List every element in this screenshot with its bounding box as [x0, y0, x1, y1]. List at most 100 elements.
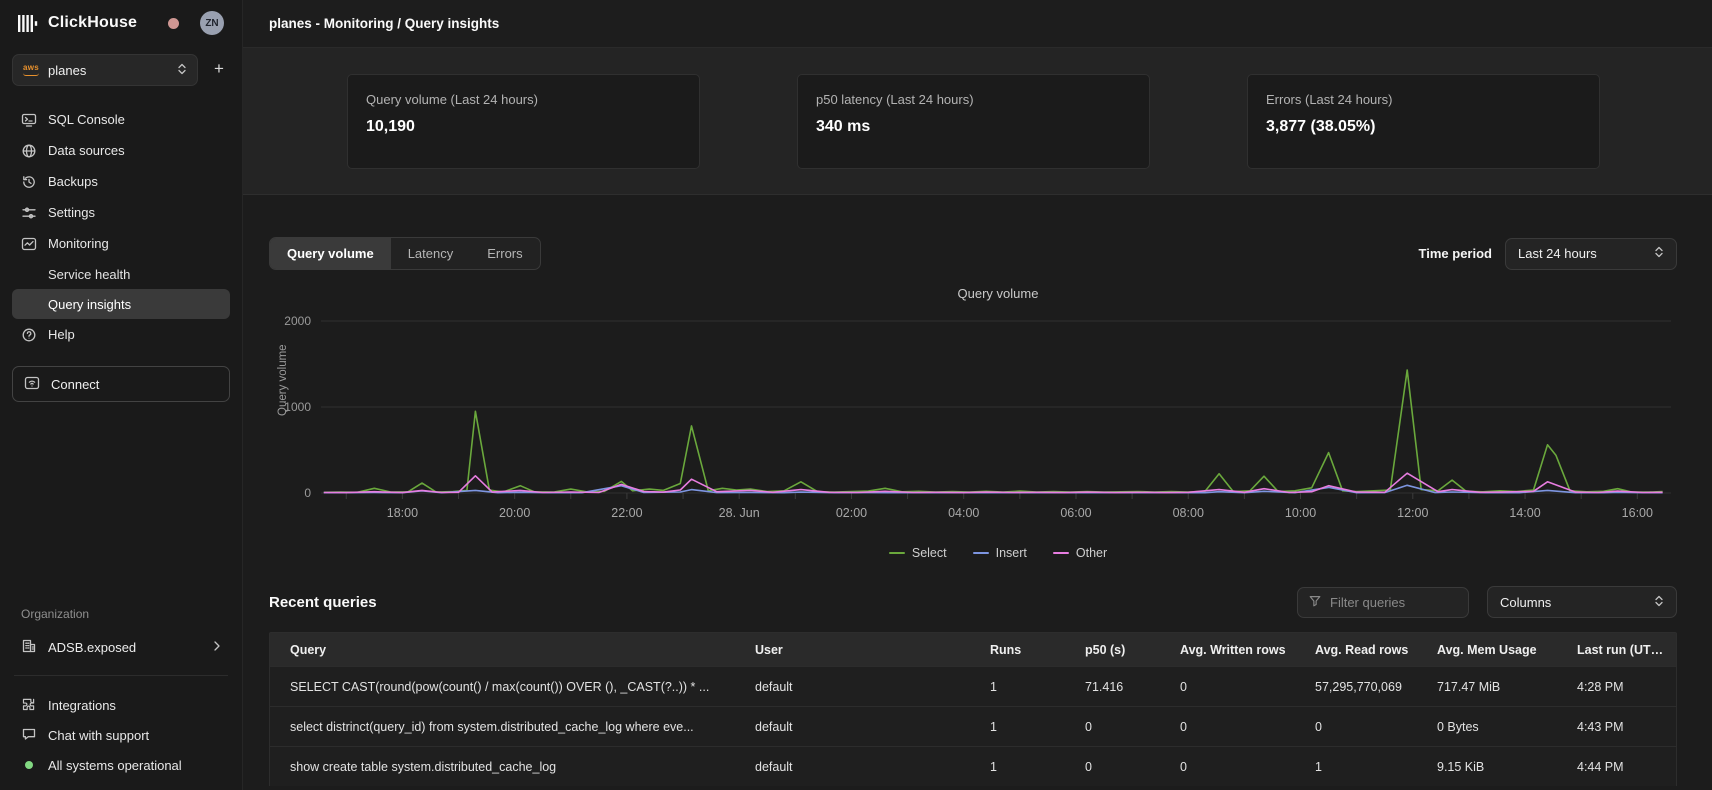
cell-read-rows: 0	[1295, 720, 1417, 734]
table-header-row: Query User Runs p50 (s) Avg. Written row…	[270, 633, 1676, 666]
column-header-runs[interactable]: Runs	[970, 643, 1065, 657]
x-tick-label: 06:00	[1060, 506, 1091, 520]
sidebar-item-label: Settings	[48, 205, 95, 220]
cell-written-rows: 0	[1160, 680, 1295, 694]
chart-plot[interactable]: 01000200018:0020:0022:0028. Jun02:0004:0…	[269, 305, 1677, 537]
logo-row: ClickHouse ZN	[12, 0, 230, 46]
tab-errors[interactable]: Errors	[470, 238, 539, 269]
x-tick-label: 20:00	[499, 506, 530, 520]
time-period-select[interactable]: Last 24 hours	[1505, 238, 1677, 270]
sidebar-subitem-label: Query insights	[48, 297, 131, 312]
x-tick-label: 10:00	[1285, 506, 1316, 520]
legend-label: Select	[912, 546, 947, 560]
content-area: Query volume Latency Errors Time period …	[243, 195, 1712, 790]
stat-card-errors: Errors (Last 24 hours) 3,877 (38.05%)	[1247, 74, 1600, 169]
sidebar-item-label: SQL Console	[48, 112, 125, 127]
sort-ascending-icon: ^	[1669, 646, 1675, 657]
help-icon	[21, 327, 37, 343]
footer-item-label: Chat with support	[48, 728, 149, 743]
brand-name: ClickHouse	[48, 14, 137, 32]
aws-icon: aws	[23, 64, 39, 76]
cell-written-rows: 0	[1160, 760, 1295, 774]
sidebar-divider	[14, 675, 228, 676]
filter-queries-input[interactable]	[1330, 595, 1458, 610]
sidebar-nav: SQL Console Data sources Backups Setting…	[12, 104, 230, 350]
y-tick-label: 2000	[284, 314, 311, 328]
status-ok-dot	[25, 761, 33, 769]
series-line-select	[324, 370, 1663, 492]
stat-label: Query volume (Last 24 hours)	[366, 92, 681, 107]
table-row[interactable]: SELECT CAST(round(pow(count() / max(coun…	[270, 666, 1676, 706]
column-header-mem-usage[interactable]: Avg. Mem Usage	[1417, 643, 1557, 657]
time-period-control: Time period Last 24 hours	[1419, 238, 1677, 270]
sidebar-item-help[interactable]: Help	[12, 319, 230, 350]
chevron-right-icon	[213, 640, 221, 655]
x-tick-label: 02:00	[836, 506, 867, 520]
cell-user: default	[735, 760, 970, 774]
cell-user: default	[735, 680, 970, 694]
cell-mem-usage: 717.47 MiB	[1417, 680, 1557, 694]
stat-label: Errors (Last 24 hours)	[1266, 92, 1581, 107]
sidebar-item-label: Monitoring	[48, 236, 109, 251]
table-row[interactable]: show create table system.distributed_cac…	[270, 746, 1676, 786]
column-header-written-rows[interactable]: Avg. Written rows	[1160, 643, 1295, 657]
cell-runs: 1	[970, 720, 1065, 734]
cell-read-rows: 57,295,770,069	[1295, 680, 1417, 694]
cell-p50: 71.416	[1065, 680, 1160, 694]
table-row[interactable]: select distrinct(query_id) from system.d…	[270, 706, 1676, 746]
sidebar-item-backups[interactable]: Backups	[12, 166, 230, 197]
avatar[interactable]: ZN	[200, 11, 224, 35]
legend-item-insert[interactable]: Insert	[973, 546, 1027, 560]
legend-item-select[interactable]: Select	[889, 546, 947, 560]
sidebar-item-label: Help	[48, 327, 75, 342]
sidebar-item-settings[interactable]: Settings	[12, 197, 230, 228]
x-tick-label: 14:00	[1509, 506, 1540, 520]
sidebar-item-monitoring[interactable]: Monitoring	[12, 228, 230, 259]
legend-item-other[interactable]: Other	[1053, 546, 1107, 560]
organization-label: Organization	[12, 607, 230, 621]
service-name: planes	[48, 63, 86, 78]
footer-item-label: Integrations	[48, 698, 116, 713]
recent-queries-actions: Columns	[1297, 586, 1677, 618]
column-header-user[interactable]: User	[735, 643, 970, 657]
sidebar-item-chat-support[interactable]: Chat with support	[12, 720, 230, 750]
service-selector[interactable]: aws planes	[12, 54, 198, 86]
chevron-up-down-icon	[177, 62, 187, 79]
tab-query-volume[interactable]: Query volume	[270, 238, 391, 269]
clickhouse-logo-icon	[18, 15, 39, 32]
column-header-query[interactable]: Query	[270, 643, 735, 657]
column-header-read-rows[interactable]: Avg. Read rows	[1295, 643, 1417, 657]
recent-queries-header: Recent queries Columns	[269, 586, 1677, 618]
cell-written-rows: 0	[1160, 720, 1295, 734]
stats-cards: Query volume (Last 24 hours) 10,190 p50 …	[347, 74, 1600, 169]
cell-read-rows: 1	[1295, 760, 1417, 774]
columns-select[interactable]: Columns	[1487, 586, 1677, 618]
chevron-up-down-icon	[1640, 245, 1664, 262]
system-status[interactable]: All systems operational	[12, 750, 230, 780]
cell-last-run: 4:43 PM	[1557, 720, 1676, 734]
restore-icon	[21, 174, 37, 190]
add-service-button[interactable]: +	[208, 59, 230, 81]
tab-latency[interactable]: Latency	[391, 238, 471, 269]
sidebar-item-query-insights[interactable]: Query insights	[12, 289, 230, 319]
stat-value: 10,190	[366, 118, 681, 136]
column-header-last-run[interactable]: Last run (UTC)^	[1557, 643, 1676, 657]
column-header-p50[interactable]: p50 (s)	[1065, 643, 1160, 657]
chevron-up-down-icon	[1640, 594, 1664, 611]
cell-p50: 0	[1065, 760, 1160, 774]
connect-button[interactable]: Connect	[12, 366, 230, 402]
sidebar-item-sql-console[interactable]: SQL Console	[12, 104, 230, 135]
sidebar-item-integrations[interactable]: Integrations	[12, 690, 230, 720]
sidebar-item-data-sources[interactable]: Data sources	[12, 135, 230, 166]
x-tick-label: 18:00	[387, 506, 418, 520]
stat-value: 3,877 (38.05%)	[1266, 118, 1581, 136]
series-line-other	[324, 473, 1663, 492]
time-period-value: Last 24 hours	[1518, 246, 1597, 261]
stat-value: 340 ms	[816, 118, 1131, 136]
organization-selector[interactable]: ADSB.exposed	[12, 631, 230, 663]
chart-title: Query volume	[269, 286, 1677, 301]
sidebar-item-service-health[interactable]: Service health	[12, 259, 230, 289]
y-tick-label: 0	[304, 486, 311, 500]
building-icon	[21, 638, 37, 657]
cell-query: show create table system.distributed_cac…	[270, 760, 735, 774]
